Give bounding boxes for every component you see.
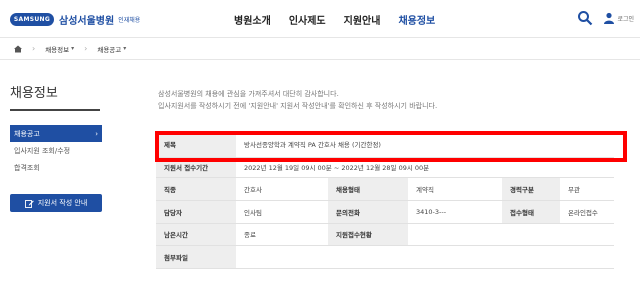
receipt-value: 온라인접수 <box>560 200 614 224</box>
breadcrumb-job-posting[interactable]: 채용공고 <box>97 44 121 54</box>
breadcrumb: › 채용정보 ▾ › 채용공고 ▾ <box>0 38 640 60</box>
chevron-right-icon: › <box>84 44 88 53</box>
chevron-down-icon[interactable]: ▾ <box>71 45 74 52</box>
logo[interactable]: SAMSUNG 삼성서울병원 인재채용 <box>10 10 140 28</box>
home-icon[interactable] <box>14 45 22 53</box>
contact-value: 3410-3--- <box>408 200 502 224</box>
breadcrumb-recruit-info[interactable]: 채용정보 <box>45 44 69 54</box>
chevron-right-icon: › <box>95 129 98 138</box>
apply-guide-label: 지원서 작성 안내 <box>37 199 88 207</box>
table-row-job: 직종 간호사 채용형태 계약직 경력구분 무관 <box>156 177 614 201</box>
status-label: 지원접수현황 <box>328 223 408 246</box>
table-row-attachment: 첨부파일 <box>156 245 614 269</box>
table-row-remaining: 남은시간 종료 지원접수현황 <box>156 223 614 246</box>
recruit-label: 인재채용 <box>118 16 141 24</box>
nav-hr-system[interactable]: 인사제도 <box>289 12 326 27</box>
pencil-icon <box>24 199 34 208</box>
nav-recruit-info[interactable]: 채용정보 <box>398 12 435 27</box>
main-nav: 병원소개 인사제도 지원안내 채용정보 <box>234 12 453 27</box>
remaining-label: 남은시간 <box>156 223 236 246</box>
sidebar-item-job-posting[interactable]: 채용공고 › <box>10 125 102 142</box>
table-row-manager: 담당자 인사팀 문의전화 3410-3--- 접수형태 온라인접수 <box>156 200 614 224</box>
site-header: SAMSUNG 삼성서울병원 인재채용 병원소개 인사제도 지원안내 채용정보 … <box>0 0 640 38</box>
type-value: 계약직 <box>408 177 502 201</box>
login-link[interactable]: 로그인 <box>617 14 634 23</box>
intro-line-2: 입사지원서를 작성하시기 전에 '지원안내' 지원서 작성안내'를 확인하신 후… <box>158 102 438 110</box>
sidebar-item-label: 채용공고 <box>14 129 40 138</box>
search-icon[interactable] <box>577 10 593 26</box>
attachment-label: 첨부파일 <box>156 245 236 269</box>
sidebar-item-label: 입사지원 조회/수정 <box>14 146 71 155</box>
samsung-logo-badge: SAMSUNG <box>10 12 54 26</box>
sidebar-item-application-edit[interactable]: 입사지원 조회/수정 <box>10 142 102 159</box>
header-utilities: 로그인 <box>577 10 634 26</box>
sidebar-item-result-check[interactable]: 합격조회 <box>10 159 102 176</box>
remaining-value: 종료 <box>236 223 328 246</box>
receipt-label: 접수형태 <box>502 200 560 224</box>
user-icon[interactable] <box>603 12 615 24</box>
job-label: 직종 <box>156 177 236 201</box>
manager-value: 인사팀 <box>236 200 328 224</box>
chevron-right-icon: › <box>32 44 36 53</box>
intro-line-1: 삼성서울병원의 채용에 관심을 가져주셔서 대단히 감사합니다. <box>158 90 339 98</box>
status-value <box>408 223 614 246</box>
attachment-value <box>236 245 614 269</box>
career-value: 무관 <box>560 177 614 201</box>
manager-label: 담당자 <box>156 200 236 224</box>
apply-guide-button[interactable]: 지원서 작성 안내 <box>10 194 102 212</box>
nav-apply-guide[interactable]: 지원안내 <box>344 12 381 27</box>
sidebar-title: 채용정보 <box>10 82 100 111</box>
sidebar-menu: 채용공고 › 입사지원 조회/수정 합격조회 <box>10 125 102 176</box>
career-label: 경력구분 <box>502 177 560 201</box>
sidebar-item-label: 합격조회 <box>14 163 40 172</box>
intro-text: 삼성서울병원의 채용에 관심을 가져주셔서 대단히 감사합니다. 입사지원서를 … <box>158 88 437 112</box>
nav-hospital-intro[interactable]: 병원소개 <box>234 12 271 27</box>
sidebar: 채용정보 채용공고 › 입사지원 조회/수정 합격조회 지원서 작성 안내 <box>10 82 102 212</box>
contact-label: 문의전화 <box>328 200 408 224</box>
hospital-name: 삼성서울병원 <box>59 15 115 27</box>
job-value: 간호사 <box>236 177 328 201</box>
chevron-down-icon[interactable]: ▾ <box>123 45 126 52</box>
type-label: 채용형태 <box>328 177 408 201</box>
title-highlight-box <box>155 131 627 162</box>
